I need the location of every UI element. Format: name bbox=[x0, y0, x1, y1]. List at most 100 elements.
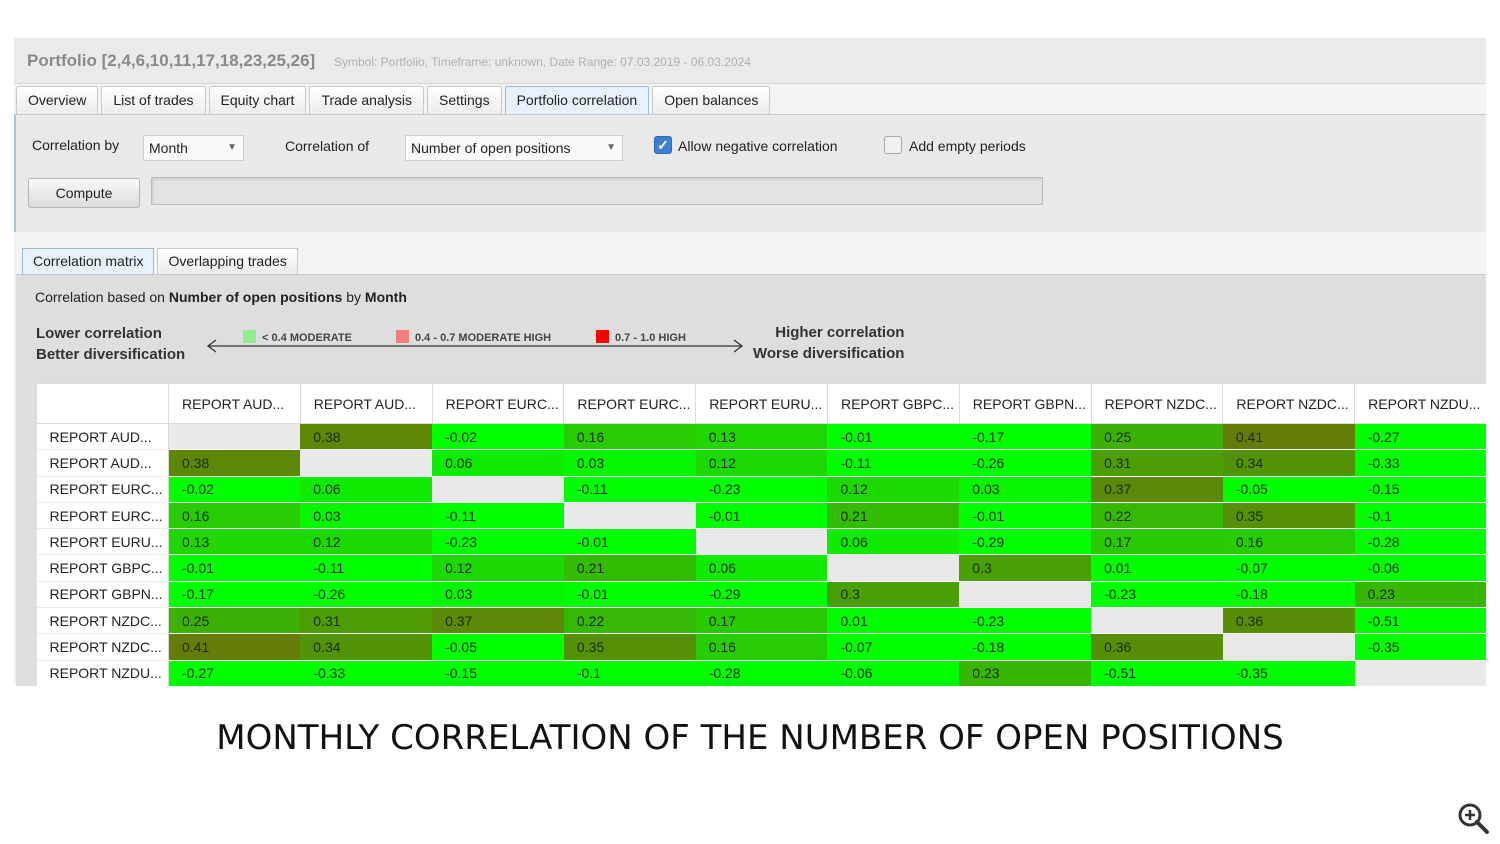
subtab-overlapping-trades[interactable]: Overlapping trades bbox=[157, 248, 298, 274]
matrix-cell[interactable]: 0.12 bbox=[827, 476, 960, 503]
matrix-cell[interactable]: -0.23 bbox=[432, 528, 564, 556]
allow-negative-checkbox[interactable]: ✓ bbox=[654, 136, 672, 154]
matrix-row-header[interactable]: REPORT EURC... bbox=[36, 502, 169, 530]
matrix-cell[interactable]: -0.23 bbox=[1091, 581, 1223, 609]
matrix-row-header[interactable]: REPORT EURU... bbox=[36, 528, 169, 556]
matrix-cell[interactable]: -0.18 bbox=[1222, 581, 1355, 609]
matrix-cell[interactable]: -0.15 bbox=[1354, 476, 1486, 503]
matrix-cell[interactable]: -0.26 bbox=[959, 449, 1092, 477]
matrix-cell[interactable]: 0.41 bbox=[1222, 423, 1355, 451]
matrix-cell[interactable] bbox=[959, 581, 1092, 609]
matrix-column-header[interactable]: REPORT NZDC... bbox=[1222, 383, 1356, 424]
matrix-cell[interactable]: 0.06 bbox=[300, 476, 433, 503]
matrix-cell[interactable]: -0.1 bbox=[1354, 502, 1486, 530]
matrix-cell[interactable]: 0.03 bbox=[432, 581, 564, 609]
matrix-cell[interactable]: -0.33 bbox=[1354, 449, 1486, 477]
matrix-cell[interactable]: -0.28 bbox=[1354, 528, 1486, 556]
matrix-cell[interactable]: -0.23 bbox=[959, 607, 1092, 635]
matrix-cell[interactable]: 0.06 bbox=[827, 528, 960, 556]
matrix-cell[interactable]: -0.01 bbox=[827, 423, 960, 451]
matrix-cell[interactable]: 0.17 bbox=[695, 607, 828, 635]
correlation-of-select[interactable]: Number of open positions ▼ bbox=[405, 135, 623, 161]
matrix-cell[interactable]: 0.12 bbox=[695, 449, 828, 477]
matrix-cell[interactable]: 0.13 bbox=[695, 423, 828, 451]
matrix-cell[interactable]: 0.31 bbox=[1091, 449, 1223, 477]
matrix-cell[interactable]: 0.12 bbox=[300, 528, 433, 556]
matrix-cell[interactable]: 0.16 bbox=[695, 633, 828, 661]
matrix-cell[interactable]: -0.07 bbox=[827, 633, 960, 661]
matrix-cell[interactable]: 0.12 bbox=[432, 554, 564, 582]
matrix-cell[interactable]: 0.17 bbox=[1091, 528, 1223, 556]
matrix-cell[interactable] bbox=[563, 502, 696, 530]
matrix-cell[interactable]: -0.51 bbox=[1091, 660, 1223, 686]
matrix-row-header[interactable]: REPORT EURC... bbox=[36, 476, 169, 503]
matrix-column-header[interactable]: REPORT GBPN... bbox=[958, 383, 1092, 424]
matrix-cell[interactable]: 0.22 bbox=[1091, 502, 1223, 530]
matrix-cell[interactable]: 0.23 bbox=[959, 660, 1092, 686]
matrix-cell[interactable] bbox=[168, 423, 301, 451]
matrix-cell[interactable]: -0.15 bbox=[432, 660, 564, 686]
matrix-cell[interactable]: 0.03 bbox=[300, 502, 433, 530]
matrix-cell[interactable]: -0.07 bbox=[1222, 554, 1355, 582]
matrix-row-header[interactable]: REPORT GBPC... bbox=[36, 554, 169, 582]
matrix-cell[interactable]: 0.22 bbox=[563, 607, 696, 635]
matrix-cell[interactable]: -0.23 bbox=[695, 476, 828, 503]
matrix-column-header[interactable]: REPORT EURU... bbox=[695, 383, 828, 424]
matrix-cell[interactable]: 0.37 bbox=[1091, 476, 1223, 503]
matrix-cell[interactable]: 0.03 bbox=[563, 449, 696, 477]
matrix-cell[interactable] bbox=[827, 554, 960, 582]
matrix-cell[interactable]: 0.35 bbox=[563, 633, 696, 661]
matrix-cell[interactable]: -0.27 bbox=[1354, 423, 1486, 451]
matrix-cell[interactable]: -0.33 bbox=[300, 660, 433, 686]
matrix-cell[interactable] bbox=[695, 528, 828, 556]
matrix-row-header[interactable]: REPORT NZDU... bbox=[36, 660, 169, 686]
tab-equity-chart[interactable]: Equity chart bbox=[208, 86, 307, 114]
matrix-cell[interactable]: 0.01 bbox=[1091, 554, 1223, 582]
add-empty-periods-checkbox[interactable] bbox=[884, 136, 902, 154]
matrix-cell[interactable]: 0.36 bbox=[1222, 607, 1355, 635]
matrix-cell[interactable]: 0.35 bbox=[1222, 502, 1355, 530]
matrix-column-header[interactable]: REPORT AUD... bbox=[168, 383, 301, 424]
matrix-cell[interactable]: -0.35 bbox=[1222, 660, 1355, 686]
matrix-cell[interactable]: 0.21 bbox=[827, 502, 960, 530]
matrix-cell[interactable]: 0.3 bbox=[827, 581, 960, 609]
matrix-cell[interactable] bbox=[300, 449, 433, 477]
matrix-cell[interactable]: -0.18 bbox=[959, 633, 1092, 661]
matrix-row-header[interactable]: REPORT NZDC... bbox=[36, 633, 169, 661]
matrix-cell[interactable]: 0.23 bbox=[1354, 581, 1486, 609]
zoom-in-icon[interactable] bbox=[1456, 801, 1490, 835]
matrix-row-header[interactable]: REPORT AUD... bbox=[36, 449, 169, 477]
matrix-cell[interactable]: 0.25 bbox=[168, 607, 301, 635]
matrix-cell[interactable]: 0.31 bbox=[300, 607, 433, 635]
matrix-row-header[interactable]: REPORT GBPN... bbox=[36, 581, 169, 609]
tab-open-balances[interactable]: Open balances bbox=[652, 86, 771, 114]
matrix-cell[interactable]: 0.34 bbox=[1222, 449, 1355, 477]
matrix-cell[interactable]: 0.41 bbox=[168, 633, 301, 661]
matrix-cell[interactable]: 0.25 bbox=[1091, 423, 1223, 451]
matrix-cell[interactable]: 0.34 bbox=[300, 633, 433, 661]
matrix-column-header[interactable]: REPORT EURC... bbox=[431, 383, 565, 424]
correlation-by-select[interactable]: Month ▼ bbox=[143, 135, 244, 161]
matrix-cell[interactable]: -0.17 bbox=[168, 581, 301, 609]
matrix-cell[interactable] bbox=[1091, 607, 1223, 635]
matrix-cell[interactable]: 0.01 bbox=[827, 607, 960, 635]
matrix-cell[interactable]: 0.03 bbox=[959, 476, 1092, 503]
matrix-cell[interactable] bbox=[432, 476, 564, 503]
tab-portfolio-correlation[interactable]: Portfolio correlation bbox=[504, 86, 650, 114]
matrix-cell[interactable]: -0.51 bbox=[1354, 607, 1486, 635]
matrix-column-header[interactable]: REPORT NZDU... bbox=[1354, 383, 1486, 424]
matrix-cell[interactable]: 0.38 bbox=[300, 423, 433, 451]
matrix-cell[interactable]: -0.02 bbox=[432, 423, 564, 451]
matrix-cell[interactable]: -0.17 bbox=[959, 423, 1092, 451]
matrix-column-header[interactable]: REPORT NZDC... bbox=[1090, 383, 1224, 424]
matrix-cell[interactable]: -0.11 bbox=[300, 554, 433, 582]
tab-trade-analysis[interactable]: Trade analysis bbox=[309, 86, 424, 114]
matrix-cell[interactable]: -0.35 bbox=[1354, 633, 1486, 661]
matrix-cell[interactable]: -0.1 bbox=[563, 660, 696, 686]
matrix-cell[interactable]: 0.06 bbox=[432, 449, 564, 477]
matrix-cell[interactable]: 0.16 bbox=[563, 423, 696, 451]
matrix-cell[interactable]: -0.27 bbox=[168, 660, 301, 686]
matrix-cell[interactable]: 0.37 bbox=[432, 607, 564, 635]
matrix-cell[interactable]: -0.01 bbox=[168, 554, 301, 582]
matrix-column-header[interactable]: REPORT GBPC... bbox=[826, 383, 960, 424]
